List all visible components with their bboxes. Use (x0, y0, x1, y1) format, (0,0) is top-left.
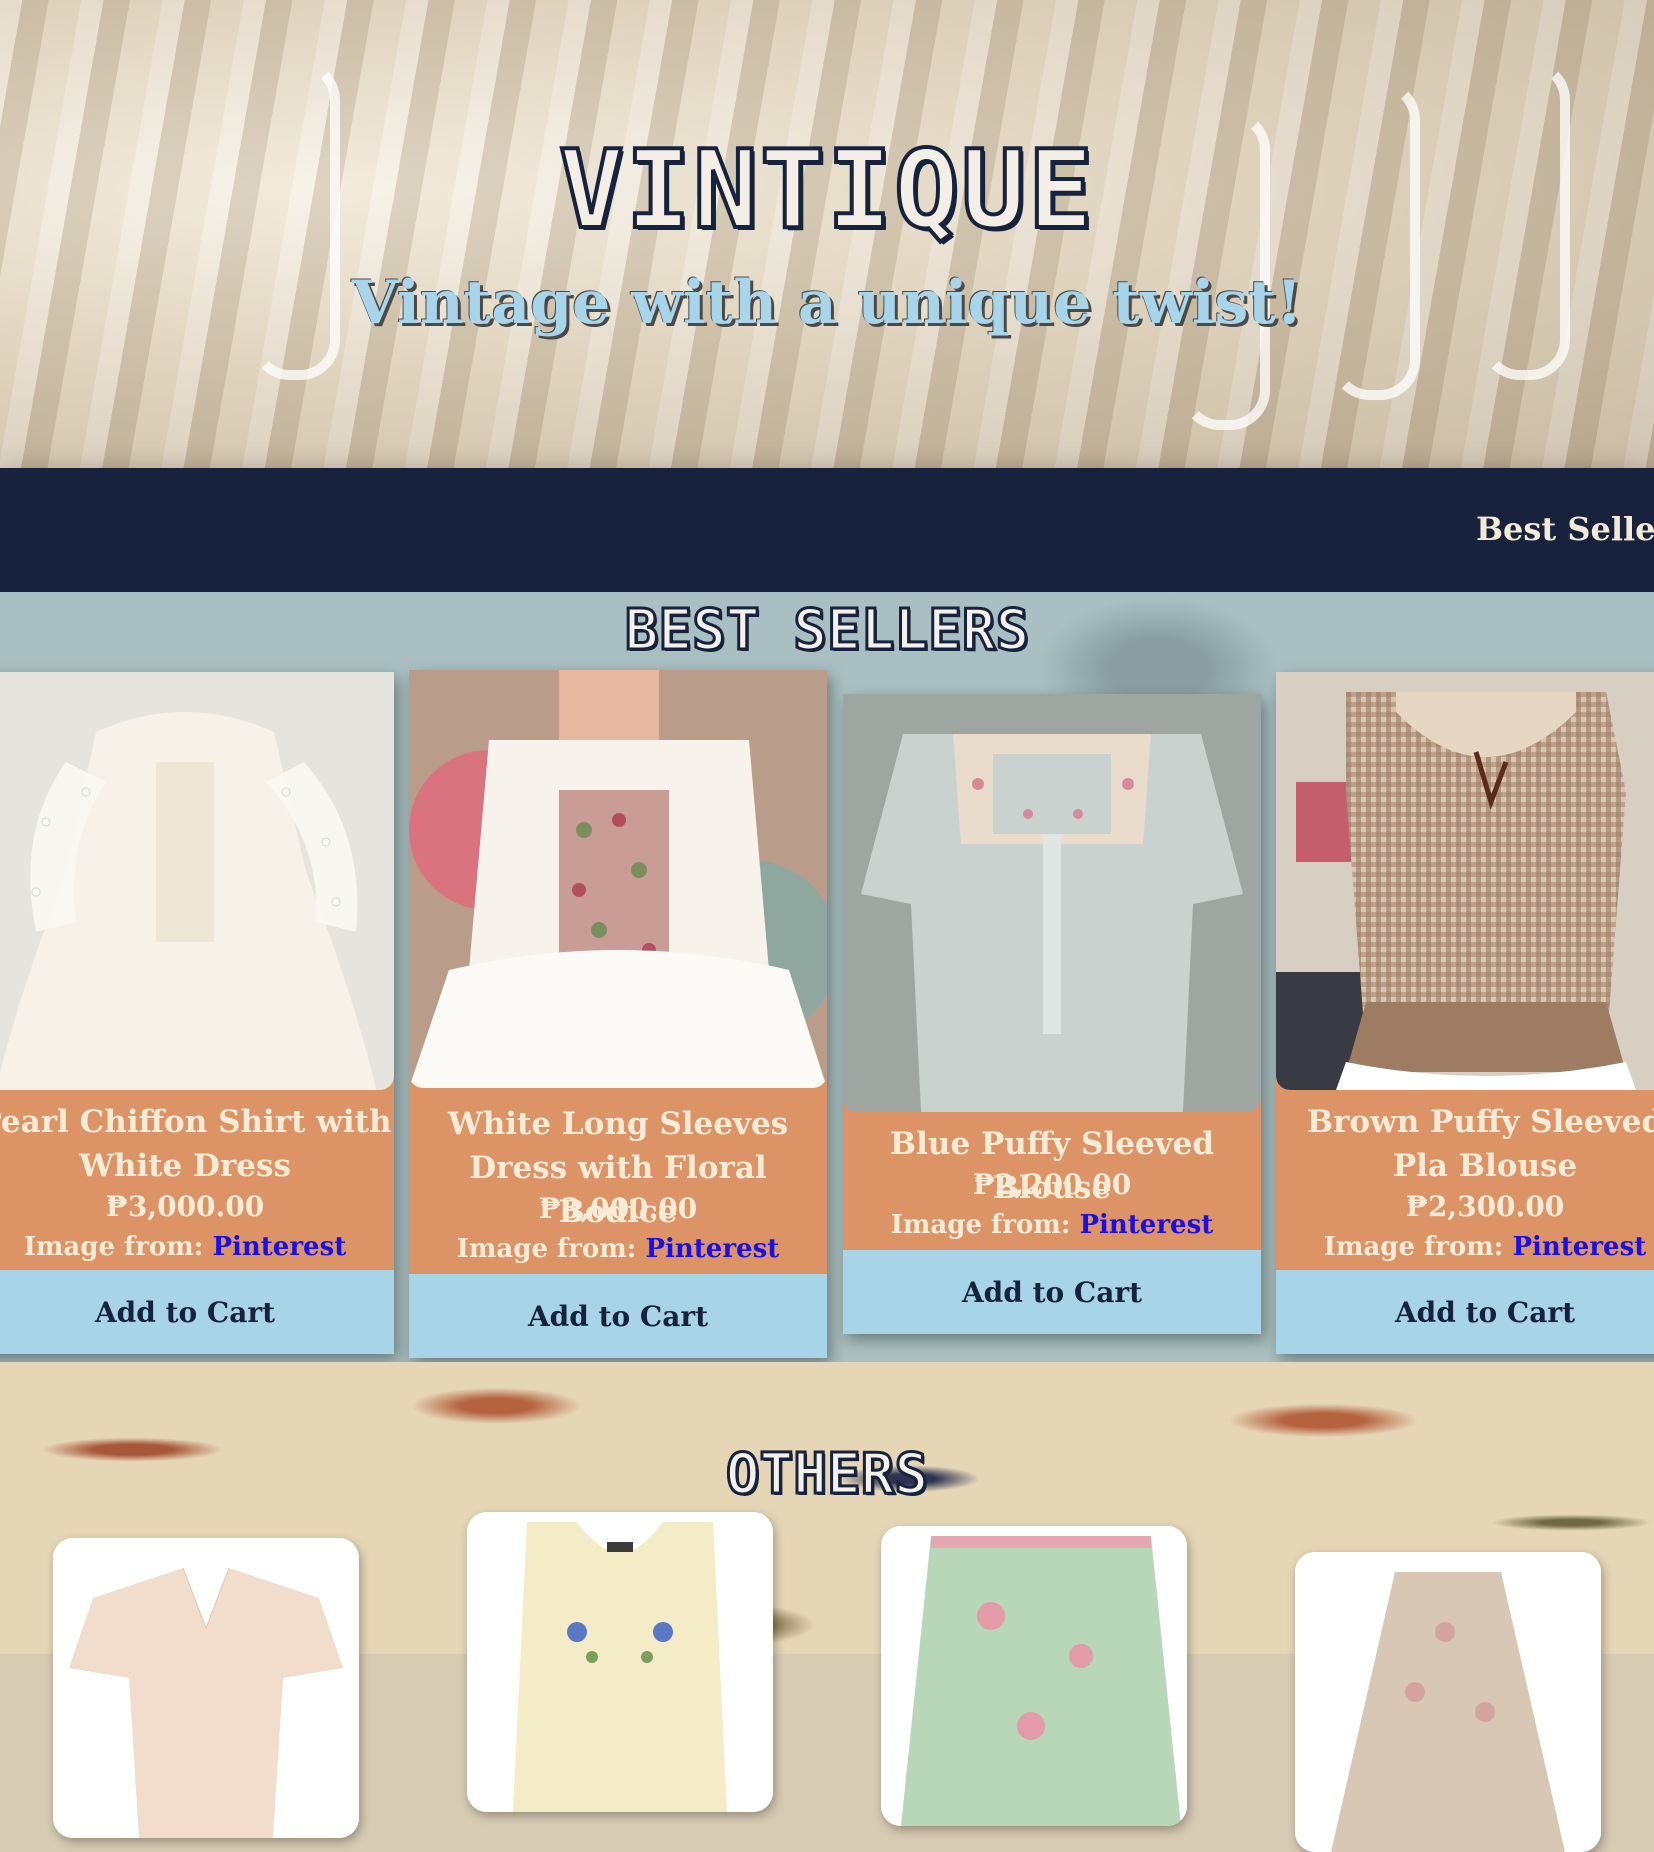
pinterest-link[interactable]: Pinterest (1512, 1232, 1646, 1262)
image-credit-label: Image from: (890, 1210, 1071, 1240)
product-card: Pearl Chiffon Shirt with White Dress ₱3,… (0, 672, 394, 1354)
image-credit-label: Image from: (23, 1232, 204, 1262)
image-credit-label: Image from: (456, 1234, 637, 1264)
image-credit: Image from: Pinterest (843, 1210, 1261, 1240)
product-price: ₱2,300.00 (1405, 1190, 1565, 1223)
image-credit: Image from: Pinterest (1276, 1232, 1654, 1262)
product-name: Pearl Chiffon Shirt with White Dress (0, 1104, 392, 1184)
product-card: Brown Puffy Sleeved Pla Blouse ₱2,300.00… (1276, 672, 1654, 1354)
product-image (467, 1512, 773, 1812)
product-image (1276, 672, 1654, 1090)
product-price: ₱3,000.00 (105, 1190, 265, 1223)
pinterest-link[interactable]: Pinterest (645, 1234, 779, 1264)
product-image (881, 1526, 1187, 1826)
product-image (53, 1538, 359, 1838)
image-credit: Image from: Pinterest (409, 1234, 827, 1264)
product-image (0, 672, 394, 1090)
product-price: ₱2,200.00 (972, 1168, 1132, 1201)
add-to-cart-button[interactable]: Add to Cart (0, 1270, 394, 1354)
add-to-cart-button[interactable]: Add to Cart (843, 1250, 1261, 1334)
best-sellers-heading: BEST SELLERS (623, 597, 1031, 665)
nav-link-best-sellers[interactable]: Best Sellers (1476, 510, 1654, 548)
site-tagline: Vintage with a unique twist! (351, 268, 1303, 338)
navigation-bar (0, 468, 1654, 592)
image-credit: Image from: Pinterest (0, 1232, 394, 1262)
other-product-card[interactable] (1295, 1552, 1601, 1852)
others-heading: OTHERS (724, 1441, 929, 1509)
other-product-card[interactable] (467, 1512, 773, 1812)
other-product-card[interactable] (881, 1526, 1187, 1826)
product-card: Blue Puffy Sleeved Blouse ₱2,200.00 Imag… (843, 694, 1261, 1334)
add-to-cart-button[interactable]: Add to Cart (1276, 1270, 1654, 1354)
product-image (843, 694, 1261, 1112)
product-price: ₱3,000.00 (538, 1192, 698, 1225)
product-card: White Long Sleeves Dress with Floral Bod… (409, 670, 827, 1358)
product-name: Brown Puffy Sleeved Pla Blouse (1306, 1104, 1654, 1184)
pinterest-link[interactable]: Pinterest (1079, 1210, 1213, 1240)
image-credit-label: Image from: (1323, 1232, 1504, 1262)
add-to-cart-button[interactable]: Add to Cart (409, 1274, 827, 1358)
other-product-card[interactable] (53, 1538, 359, 1838)
site-logo-title: VINTIQUE (557, 126, 1096, 255)
product-image (1295, 1552, 1601, 1852)
pinterest-link[interactable]: Pinterest (212, 1232, 346, 1262)
product-image (409, 670, 827, 1088)
